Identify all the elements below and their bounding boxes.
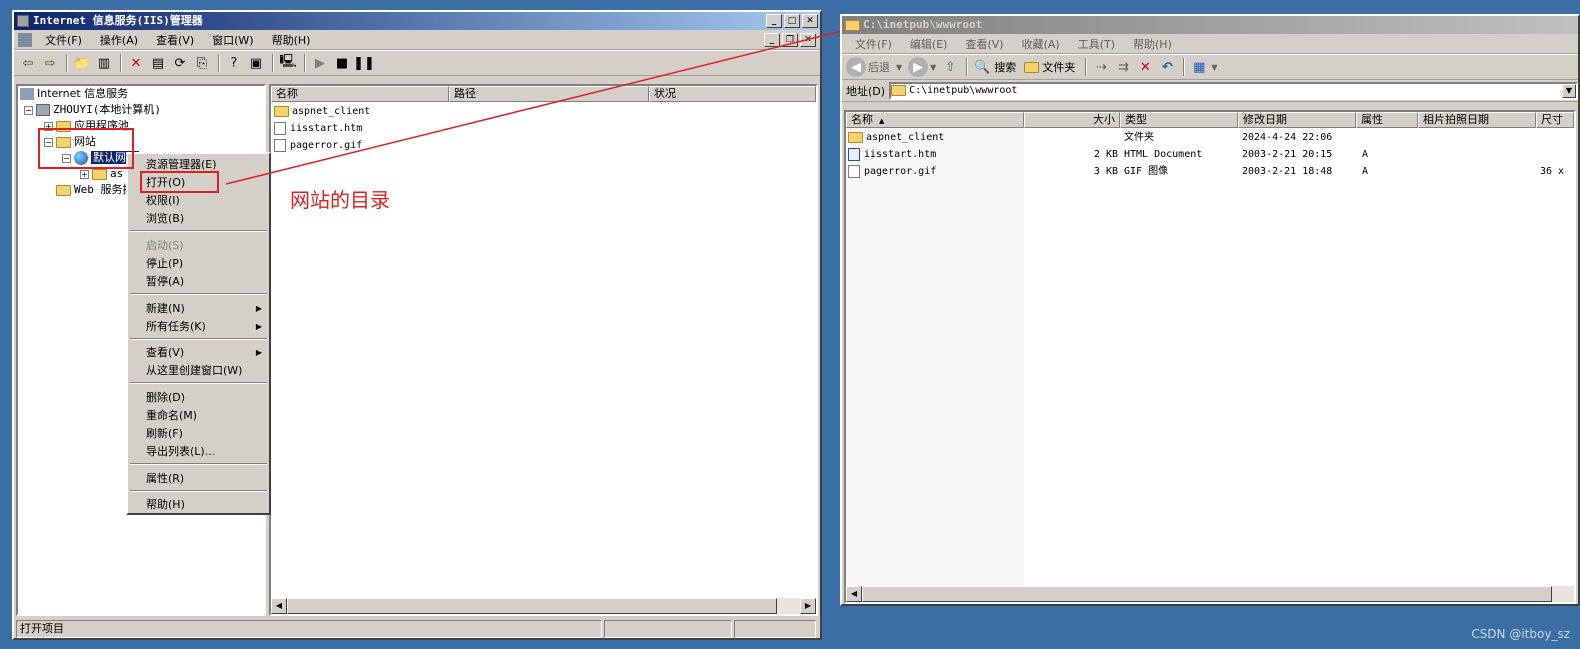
forward-icon[interactable]: ▶ (908, 57, 929, 77)
cell-name: iisstart.htm (848, 146, 1024, 163)
search-icon[interactable]: 🔍 (972, 57, 992, 77)
cell-attr: A (1362, 166, 1369, 177)
column-header-attributes[interactable]: 属性 (1356, 112, 1418, 128)
cell-extra: 36 x (1540, 166, 1565, 177)
name-column-bg (846, 128, 1024, 588)
explorer-titlebar[interactable]: C:\inetpub\wwwroot (842, 16, 1578, 34)
menu-favorites[interactable]: 收藏(A) (1013, 36, 1069, 52)
folder-icon (848, 131, 863, 143)
cell-size: 2 KB (1093, 149, 1118, 160)
move-to-icon[interactable]: ⇢ (1091, 57, 1111, 77)
cell-type: 文件夹 (1124, 132, 1154, 143)
copy-to-icon[interactable]: ⇉ (1113, 57, 1133, 77)
horizontal-scrollbar[interactable]: ◀ (846, 586, 1574, 602)
explorer-window-title: C:\inetpub\wwwroot (863, 18, 983, 31)
views-icon[interactable]: ▦ (1189, 57, 1209, 77)
address-dropdown-icon[interactable]: ▼ (1562, 83, 1576, 98)
explorer-file-list[interactable]: 名称 ▲ 大小 类型 修改日期 属性 相片拍照日期 尺寸 aspnet_clien… (844, 110, 1576, 604)
back-icon[interactable]: ◀ (846, 57, 866, 77)
cell-size (1024, 129, 1118, 146)
delete-icon[interactable]: ✕ (1135, 57, 1155, 77)
menu-file[interactable]: 文件(F) (846, 36, 901, 52)
annotation-label: 网站的目录 (290, 188, 390, 212)
search-button-label[interactable]: 搜索 (994, 59, 1016, 75)
cell-type: GIF 图像 (1124, 166, 1169, 177)
cell-attr (1362, 129, 1418, 146)
column-header-date-taken[interactable]: 相片拍照日期 (1418, 112, 1536, 128)
cell-modified: 2003-2-21 20:15 (1242, 149, 1333, 160)
cell-modified: 2003-2-21 18:48 (1242, 166, 1333, 177)
watermark: CSDN @itboy_sz (1471, 627, 1570, 641)
column-header-type[interactable]: 类型 (1120, 112, 1238, 128)
folder-icon (845, 19, 860, 31)
column-header-modified[interactable]: 修改日期 (1238, 112, 1356, 128)
table-row[interactable]: iisstart.htm 2 KB HTML Document 2003-2-21 2… (846, 146, 1574, 163)
back-button-label[interactable]: 后退 (868, 59, 890, 75)
cell-size: 3 KB (1093, 166, 1118, 177)
column-header-name[interactable]: 名称 ▲ (846, 112, 1024, 128)
scroll-thumb[interactable] (862, 586, 1552, 602)
address-bar: 地址(D) C:\inetpub\wwwroot ▼ (842, 80, 1578, 102)
sort-ascending-icon: ▲ (879, 117, 885, 125)
image-file-icon (848, 164, 860, 178)
explorer-menubar: 文件(F) 编辑(E) 查看(V) 收藏(A) 工具(T) 帮助(H) (842, 34, 1578, 54)
cell-modified: 2024-4-24 22:06 (1242, 132, 1333, 143)
table-row[interactable]: aspnet_client 文件夹 2024-4-24 22:06 (846, 129, 1574, 146)
scroll-left-icon[interactable]: ◀ (846, 586, 862, 602)
up-icon[interactable]: ⇧ (940, 57, 960, 77)
address-label: 地址(D) (846, 84, 886, 98)
undo-icon[interactable]: ↶ (1157, 57, 1177, 77)
menu-help[interactable]: 帮助(H) (1124, 36, 1181, 52)
explorer-window: C:\inetpub\wwwroot 文件(F) 编辑(E) 查看(V) 收藏(… (840, 14, 1580, 606)
explorer-toolbar: ◀ 后退 ▼ ▶ ▼ ⇧ 🔍 搜索 文件夹 ⇢ ⇉ ✕ ↶ ▦ ▼ (842, 54, 1578, 80)
cell-name: pagerror.gif (848, 163, 1024, 180)
cell-extra (1540, 146, 1576, 163)
menu-tools[interactable]: 工具(T) (1069, 36, 1124, 52)
folder-icon (891, 85, 907, 96)
cell-name: aspnet_client (848, 129, 1024, 146)
folders-button-label[interactable]: 文件夹 (1042, 59, 1075, 75)
cell-extra (1540, 129, 1576, 146)
menu-edit[interactable]: 编辑(E) (901, 36, 957, 52)
table-row[interactable]: pagerror.gif 3 KB GIF 图像 2003-2-21 18:48 A 36… (846, 163, 1574, 180)
cell-attr: A (1362, 149, 1369, 160)
column-header-size[interactable]: 大小 (1024, 112, 1120, 128)
html-file-icon (848, 147, 860, 161)
column-header-dimensions[interactable]: 尺寸 (1536, 112, 1574, 128)
menu-view[interactable]: 查看(V) (956, 36, 1012, 52)
cell-type: HTML Document (1124, 149, 1203, 160)
address-input[interactable]: C:\inetpub\wwwroot ▼ (889, 81, 1578, 100)
folders-icon[interactable] (1024, 61, 1040, 73)
